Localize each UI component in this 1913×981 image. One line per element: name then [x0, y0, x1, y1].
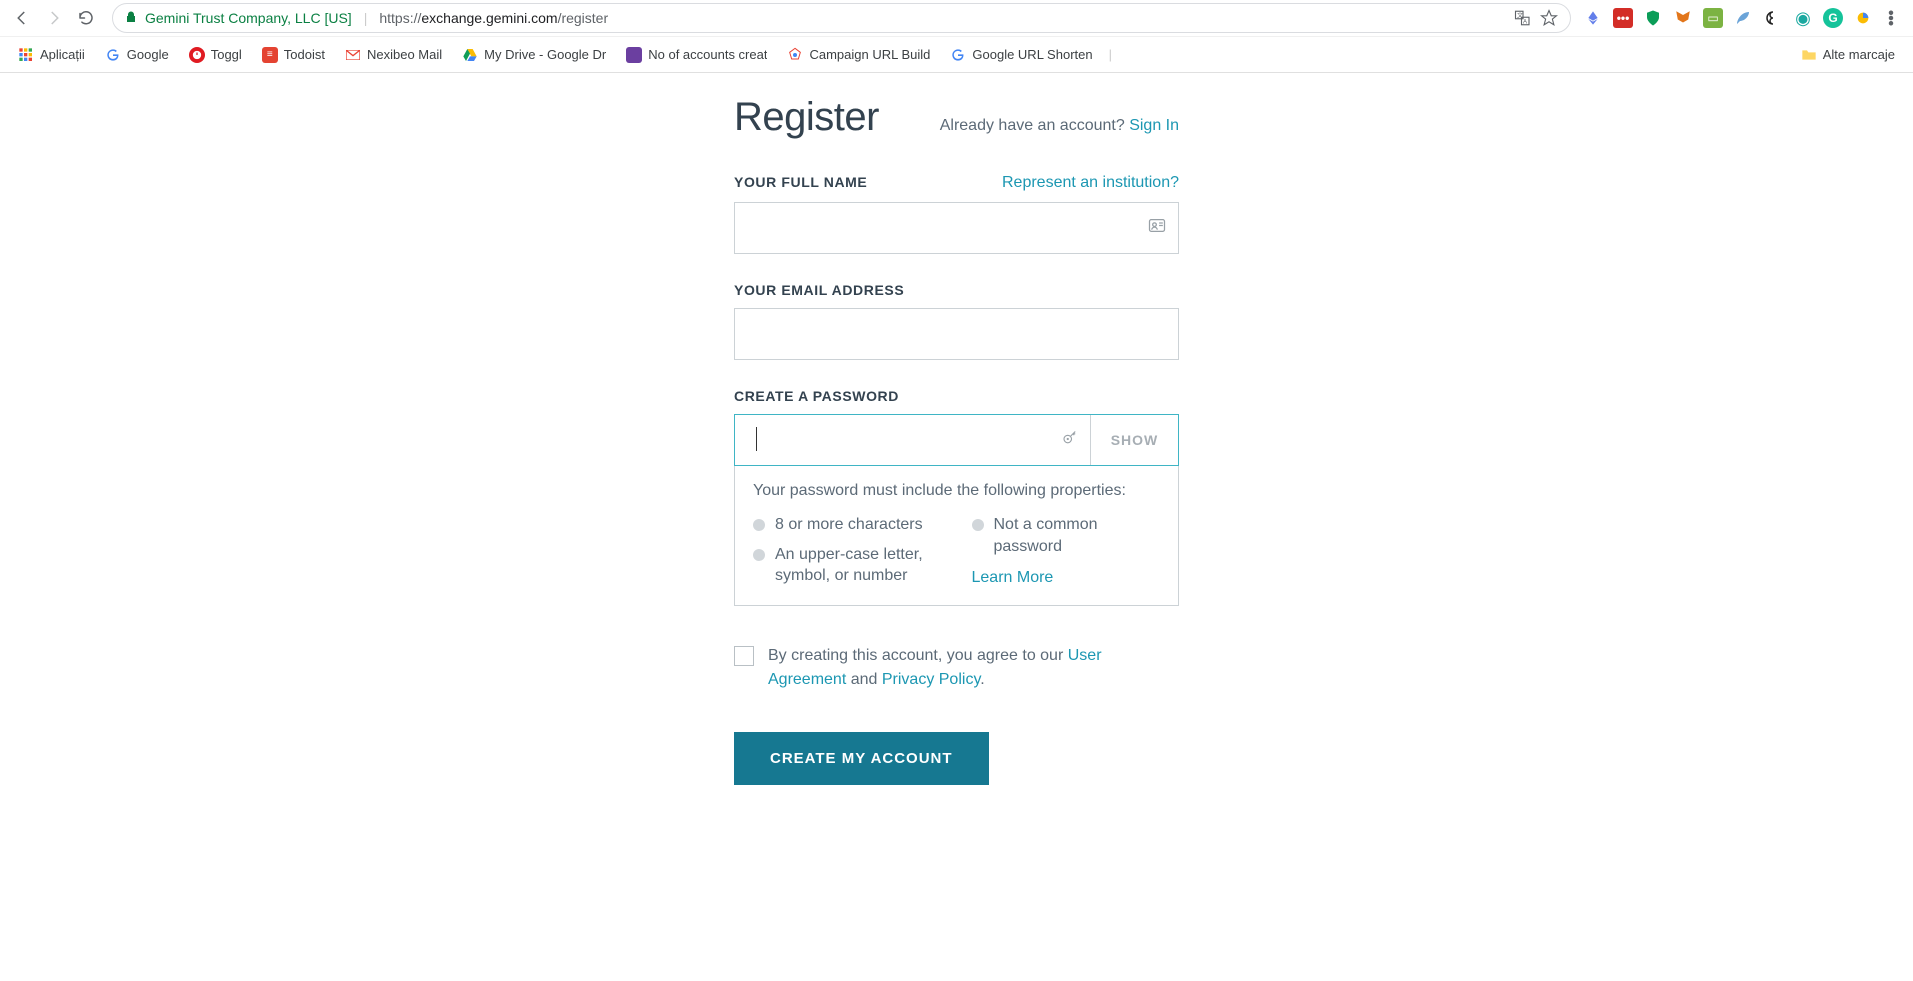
page-viewport: Register Already have an account? Sign I… [0, 73, 1913, 981]
url-builder-icon [787, 47, 803, 63]
browser-menu-button[interactable] [1877, 4, 1905, 32]
bookmark-toggl[interactable]: Toggl [181, 43, 250, 67]
feather-icon[interactable] [1733, 8, 1753, 28]
gdrive-icon [462, 47, 478, 63]
key-icon [1061, 429, 1079, 452]
extension-icons: ••• ▭ ◉ G [1583, 8, 1873, 28]
apps-shortcut[interactable]: Aplicații [10, 43, 93, 67]
url-text: https://exchange.gemini.com/register [379, 10, 608, 26]
gmail-icon [345, 47, 361, 63]
email-label: YOUR EMAIL ADDRESS [734, 282, 904, 298]
translate-icon[interactable]: 文A [1514, 9, 1532, 27]
terms-text: By creating this account, you agree to o… [768, 644, 1179, 692]
bullet-icon [753, 519, 765, 531]
browser-toolbar: Gemini Trust Company, LLC [US] | https:/… [0, 0, 1913, 36]
teal-ext-icon[interactable]: ◉ [1793, 8, 1813, 28]
metamask-icon[interactable] [1673, 8, 1693, 28]
password-label: CREATE A PASSWORD [734, 388, 899, 404]
hourglass-icon[interactable] [1763, 8, 1783, 28]
bookmark-shortener[interactable]: Google URL Shorten [942, 43, 1100, 67]
bullet-icon [753, 549, 765, 561]
svg-text:A: A [1523, 19, 1527, 25]
bookmarks-bar: Aplicații Google Toggl ≡ Todoist Nexibeo… [0, 36, 1913, 72]
req-common: Not a common password [972, 514, 1161, 557]
todoist-icon: ≡ [262, 47, 278, 63]
bookmark-nexibeo[interactable]: Nexibeo Mail [337, 43, 450, 67]
full-name-input[interactable] [734, 202, 1179, 254]
terms-row: By creating this account, you agree to o… [734, 644, 1179, 692]
password-requirements: Your password must include the following… [734, 466, 1179, 606]
bookmark-todoist[interactable]: ≡ Todoist [254, 43, 333, 67]
field-email: YOUR EMAIL ADDRESS [734, 282, 1179, 360]
field-password: CREATE A PASSWORD SHOW Your password mus… [734, 388, 1179, 606]
browser-chrome: Gemini Trust Company, LLC [US] | https:/… [0, 0, 1913, 73]
full-name-label: YOUR FULL NAME [734, 174, 867, 190]
terms-checkbox[interactable] [734, 646, 754, 666]
google-icon [105, 47, 121, 63]
google-icon [950, 47, 966, 63]
password-input[interactable] [735, 415, 1090, 465]
email-input[interactable] [734, 308, 1179, 360]
bookmark-separator: | [1109, 47, 1112, 62]
other-bookmarks[interactable]: Alte marcaje [1793, 43, 1903, 67]
already-have-account: Already have an account? Sign In [940, 117, 1179, 135]
apps-icon [18, 47, 34, 63]
toggl-icon [189, 47, 205, 63]
cert-label: Gemini Trust Company, LLC [US] [145, 10, 352, 26]
bookmark-drive[interactable]: My Drive - Google Dr [454, 43, 614, 67]
star-icon[interactable] [1540, 9, 1558, 27]
bullet-icon [972, 519, 984, 531]
institution-link[interactable]: Represent an institution? [1002, 174, 1179, 192]
show-password-button[interactable]: SHOW [1090, 415, 1178, 465]
green-ext-icon[interactable]: ▭ [1703, 8, 1723, 28]
lock-icon [125, 10, 137, 27]
reload-button[interactable] [72, 4, 100, 32]
req-length: 8 or more characters [753, 514, 942, 536]
bookmark-google[interactable]: Google [97, 43, 177, 67]
page-title: Register [734, 95, 879, 140]
purple-app-icon [626, 47, 642, 63]
back-button[interactable] [8, 4, 36, 32]
lastpass-icon[interactable]: ••• [1613, 8, 1633, 28]
contact-card-icon [1147, 216, 1167, 241]
bookmark-accounts[interactable]: No of accounts creat [618, 43, 775, 67]
svg-text:文: 文 [1517, 11, 1523, 19]
bookmark-campaign[interactable]: Campaign URL Build [779, 43, 938, 67]
req-complexity: An upper-case letter, symbol, or number [753, 544, 942, 587]
text-cursor [756, 427, 757, 451]
shield-icon[interactable] [1643, 8, 1663, 28]
password-reqs-title: Your password must include the following… [753, 482, 1160, 500]
ethereum-icon[interactable] [1583, 8, 1603, 28]
privacy-policy-link[interactable]: Privacy Policy [882, 671, 980, 688]
signin-link[interactable]: Sign In [1129, 117, 1179, 134]
create-account-button[interactable]: CREATE MY ACCOUNT [734, 732, 989, 785]
pie-ext-icon[interactable] [1853, 8, 1873, 28]
forward-button[interactable] [40, 4, 68, 32]
folder-icon [1801, 47, 1817, 63]
field-full-name: YOUR FULL NAME Represent an institution? [734, 174, 1179, 254]
register-form: Register Already have an account? Sign I… [734, 73, 1179, 825]
address-bar[interactable]: Gemini Trust Company, LLC [US] | https:/… [112, 3, 1571, 33]
learn-more-link[interactable]: Learn More [972, 569, 1161, 587]
url-separator: | [364, 10, 368, 26]
grammarly-icon[interactable]: G [1823, 8, 1843, 28]
